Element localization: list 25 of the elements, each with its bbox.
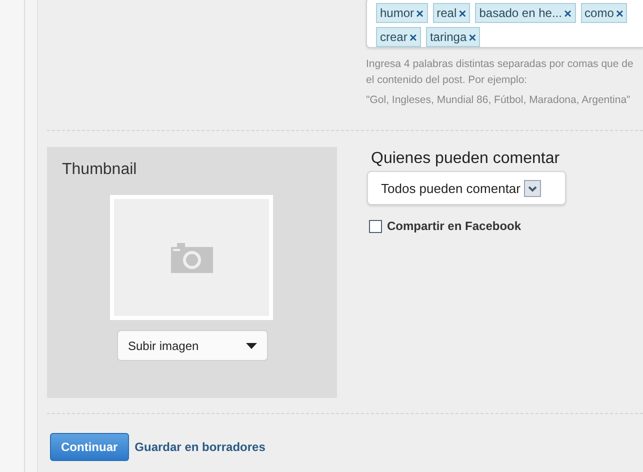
- tag-label: como: [584, 6, 614, 20]
- continue-button[interactable]: Continuar: [50, 433, 129, 461]
- remove-tag-button[interactable]: ×: [409, 30, 417, 44]
- tag-label: humor: [380, 6, 414, 20]
- tag-label: crear: [380, 30, 408, 44]
- save-draft-link[interactable]: Guardar en borradores: [134, 440, 266, 454]
- remove-tag-button[interactable]: ×: [416, 6, 424, 20]
- section-title: Thumbnail: [62, 161, 137, 179]
- tag-label: real: [436, 6, 457, 20]
- example-text: "Gol, Ingleses, Mundial 86, Fútbol, Maradona, Argentina": [366, 93, 632, 108]
- remove-tag-button[interactable]: ×: [458, 6, 466, 20]
- help-text: Ingresa 4 palabras distintas separadas por comas que de el contenido del post. Por ejemplo:: [366, 57, 634, 88]
- remove-tag-button[interactable]: ×: [468, 30, 476, 44]
- camera-icon: [170, 242, 212, 272]
- tag-label: basado en he...: [479, 6, 562, 20]
- checkbox-label: Compartir en Facebook: [387, 219, 522, 233]
- remove-tag-button[interactable]: ×: [616, 6, 624, 20]
- checkbox[interactable]: [369, 220, 382, 232]
- comment-permission-select[interactable]: Todos pueden comentar: [367, 171, 566, 205]
- section-title: Quienes pueden comentar: [371, 150, 561, 168]
- upload-image-dropdown[interactable]: Subir imagen: [117, 330, 268, 361]
- remove-tag-button[interactable]: ×: [564, 6, 572, 20]
- tag-label: taringa: [430, 30, 467, 44]
- caret-icon: [246, 342, 257, 348]
- tags-field[interactable]: humor× real× basado en he...× como× crear× taringa×: [366, 0, 643, 48]
